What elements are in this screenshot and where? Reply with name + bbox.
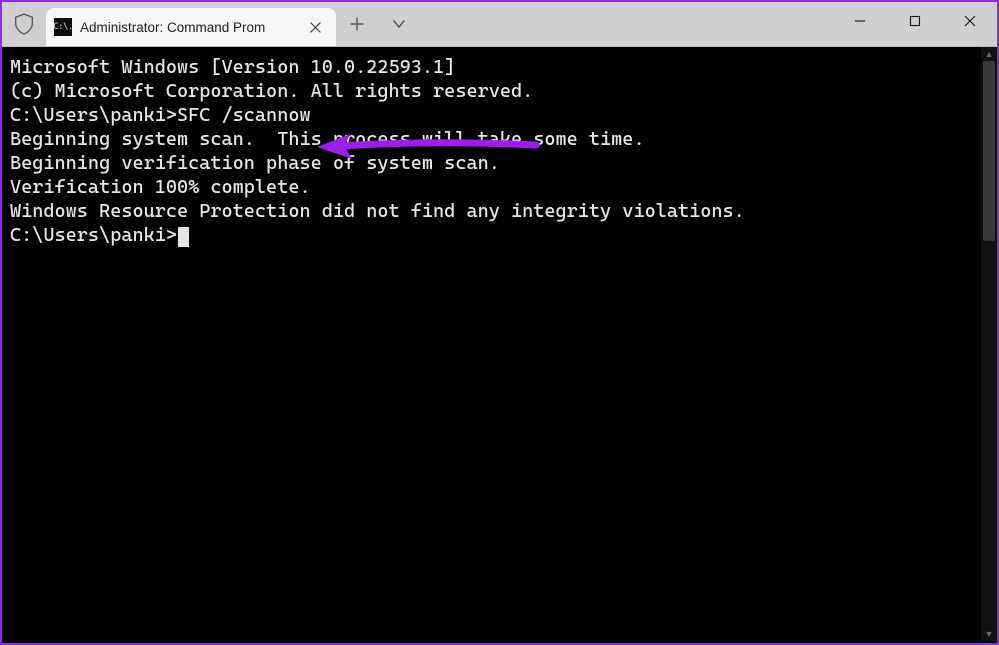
tab-dropdown-button[interactable] xyxy=(378,1,420,46)
terminal-line: Beginning verification phase of system s… xyxy=(10,151,993,175)
app-window: C:\. Administrator: Command Prom xyxy=(0,0,999,645)
terminal-line: (c) Microsoft Corporation. All rights re… xyxy=(10,79,993,103)
tab-title: Administrator: Command Prom xyxy=(80,20,296,35)
tab-toolbar xyxy=(336,1,420,46)
terminal-line: Windows Resource Protection did not find… xyxy=(10,199,993,223)
terminal-line: Beginning system scan. This process will… xyxy=(10,127,993,151)
terminal-line: Microsoft Windows [Version 10.0.22593.1] xyxy=(10,55,993,79)
close-window-button[interactable] xyxy=(942,2,997,40)
scroll-down-icon[interactable]: ▼ xyxy=(981,627,997,641)
scrollbar-thumb[interactable] xyxy=(983,61,995,241)
maximize-button[interactable] xyxy=(887,2,942,40)
terminal-output[interactable]: Microsoft Windows [Version 10.0.22593.1]… xyxy=(2,47,997,643)
minimize-button[interactable] xyxy=(832,2,887,40)
terminal-line: C:\Users\panki> xyxy=(10,223,993,247)
terminal-cursor xyxy=(178,227,189,247)
terminal-line: Verification 100% complete. xyxy=(10,175,993,199)
tab-active[interactable]: C:\. Administrator: Command Prom xyxy=(46,8,336,46)
title-bar: C:\. Administrator: Command Prom xyxy=(2,2,997,47)
new-tab-button[interactable] xyxy=(336,1,378,46)
window-controls xyxy=(832,2,997,40)
cmd-icon: C:\. xyxy=(54,18,72,36)
vertical-scrollbar[interactable]: ▲ ▼ xyxy=(981,47,997,641)
tab-close-button[interactable] xyxy=(304,16,326,38)
scroll-up-icon[interactable]: ▲ xyxy=(981,47,997,61)
shield-icon xyxy=(2,1,46,46)
terminal-line: C:\Users\panki>SFC /scannow xyxy=(10,103,993,127)
